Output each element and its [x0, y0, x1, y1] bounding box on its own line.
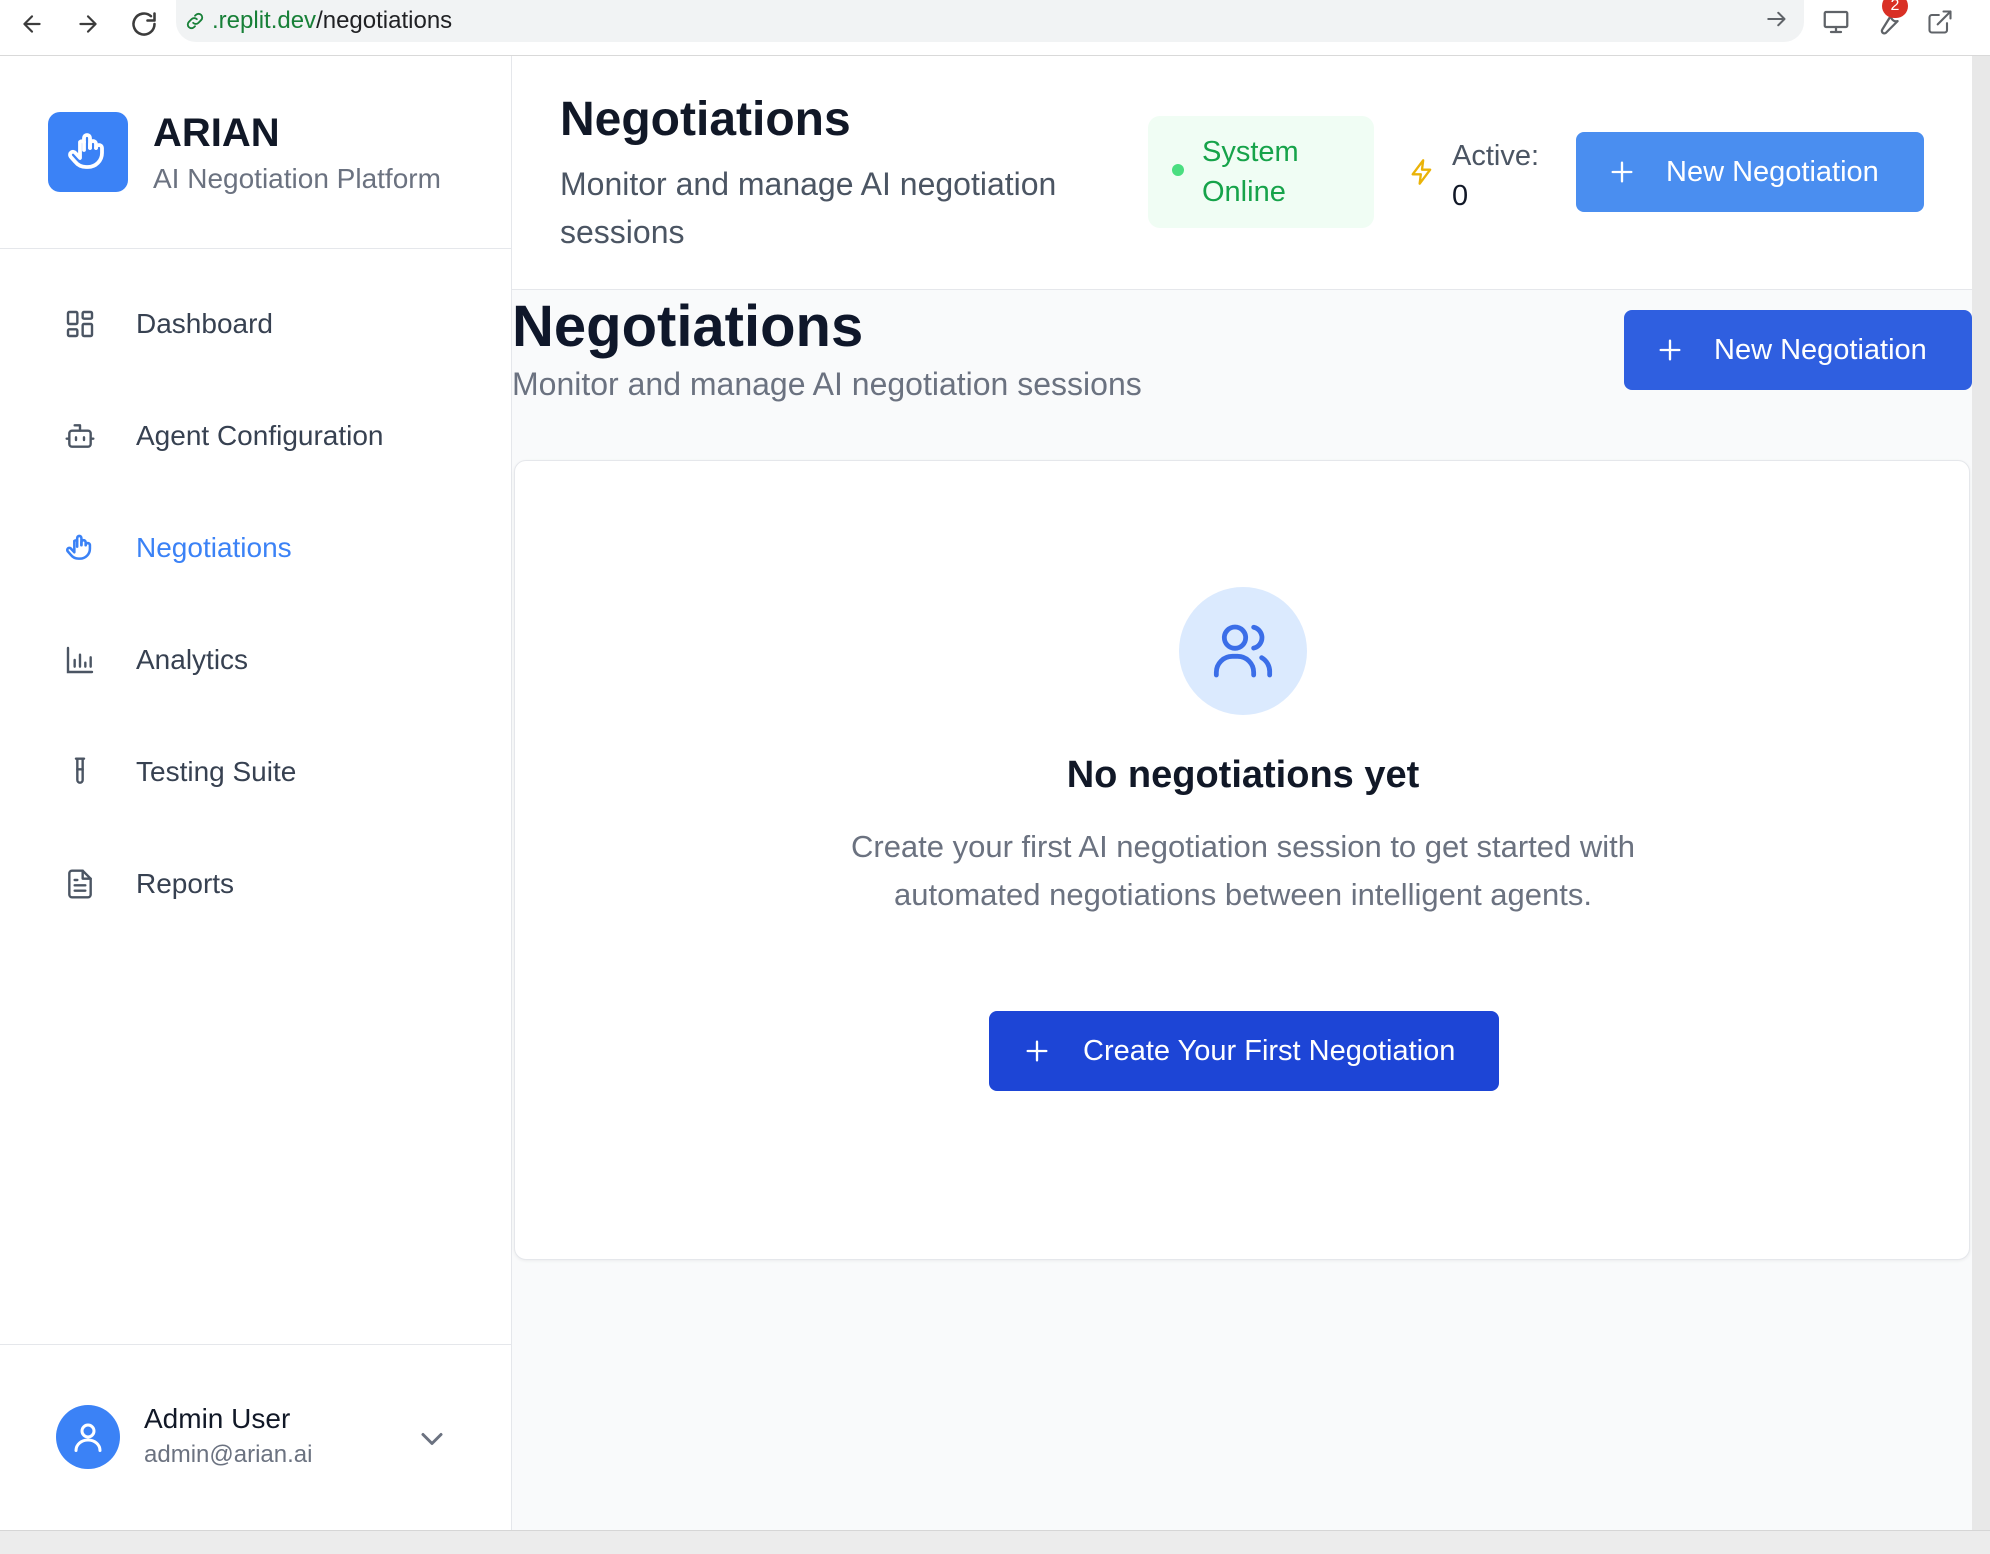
- browser-toolbar: .replit.dev/negotiations 2: [0, 0, 1990, 56]
- plus-icon: [1656, 336, 1684, 364]
- sidebar-item-analytics[interactable]: Analytics: [40, 624, 480, 696]
- sidebar: ARIAN AI Negotiation Platform Dashboard …: [0, 56, 512, 1530]
- plus-icon: [1023, 1037, 1051, 1065]
- hand-icon: [40, 531, 120, 565]
- link-icon: [184, 10, 206, 32]
- page-title: Negotiations: [512, 294, 864, 359]
- test-tube-icon: [40, 756, 120, 788]
- create-first-negotiation-button[interactable]: Create Your First Negotiation: [989, 1011, 1499, 1091]
- users-icon: [1179, 587, 1307, 715]
- back-icon[interactable]: [12, 4, 52, 44]
- sidebar-item-dashboard[interactable]: Dashboard: [40, 288, 480, 360]
- reload-icon[interactable]: [124, 4, 164, 44]
- status-dot: [1172, 164, 1184, 176]
- empty-state-title: No negotiations yet: [1066, 754, 1420, 796]
- plus-icon: [1608, 158, 1636, 186]
- grid-icon: [40, 308, 120, 340]
- user-name: Admin User: [144, 1403, 291, 1434]
- empty-state-description: Create your first AI negotiation session…: [850, 829, 1636, 912]
- window-bottom-edge: [0, 1530, 1990, 1554]
- url-path: /negotiations: [316, 7, 453, 34]
- user-menu[interactable]: Admin User admin@arian.ai: [0, 1344, 512, 1530]
- monitor-icon[interactable]: [1816, 2, 1856, 42]
- forward-icon[interactable]: [68, 4, 108, 44]
- sidebar-item-negotiations[interactable]: Negotiations: [40, 512, 480, 584]
- header-title: Negotiations: [560, 93, 851, 146]
- bar-chart-icon: [40, 644, 120, 676]
- go-arrow-icon[interactable]: [1762, 4, 1792, 34]
- header-new-negotiation-button[interactable]: New Negotiation: [1576, 132, 1924, 212]
- sidebar-item-label: Reports: [136, 868, 235, 899]
- user-email: admin@arian.ai: [144, 1441, 313, 1468]
- new-negotiation-button[interactable]: New Negotiation: [1624, 310, 1972, 390]
- header-subtitle: Monitor and manage AI negotiation sessio…: [560, 166, 1057, 250]
- active-count: 0: [1452, 180, 1469, 212]
- avatar: [56, 1405, 120, 1469]
- status-text: System Online: [1202, 136, 1299, 208]
- empty-state-card: No negotiations yet Create your first AI…: [514, 460, 1970, 1260]
- sidebar-item-label: Agent Configuration: [136, 420, 384, 451]
- sidebar-item-label: Dashboard: [136, 308, 273, 339]
- url-host: .replit.dev: [212, 7, 317, 34]
- status-badge: System Online: [1148, 116, 1374, 228]
- sidebar-item-label: Analytics: [136, 644, 249, 675]
- lightning-icon: [1408, 158, 1436, 186]
- sidebar-item-label: Negotiations: [136, 532, 292, 563]
- active-label: Active:: [1452, 140, 1540, 172]
- sidebar-item-testing-suite[interactable]: Testing Suite: [40, 736, 480, 808]
- button-label: Create Your First Negotiation: [1083, 1034, 1456, 1067]
- brand-tagline: AI Negotiation Platform: [153, 163, 441, 194]
- main-content: Negotiations Monitor and manage AI negot…: [512, 290, 1972, 1530]
- url-text[interactable]: .replit.dev/negotiations: [212, 6, 452, 36]
- button-label: New Negotiation: [1666, 155, 1879, 188]
- file-text-icon: [40, 868, 120, 900]
- brand-header: ARIAN AI Negotiation Platform: [0, 56, 512, 249]
- button-label: New Negotiation: [1714, 333, 1927, 366]
- chevron-down-icon[interactable]: [414, 1421, 450, 1457]
- robot-icon: [40, 420, 120, 452]
- brand-name: ARIAN: [153, 111, 280, 155]
- hand-logo-icon[interactable]: [48, 112, 128, 192]
- top-header: Negotiations Monitor and manage AI negot…: [512, 56, 1972, 290]
- sidebar-item-reports[interactable]: Reports: [40, 848, 480, 920]
- sidebar-item-label: Testing Suite: [136, 756, 297, 787]
- page-subtitle: Monitor and manage AI negotiation sessio…: [512, 366, 1142, 402]
- external-link-icon[interactable]: [1920, 2, 1960, 42]
- sidebar-item-agent-configuration[interactable]: Agent Configuration: [40, 400, 480, 472]
- window-edge: [1972, 56, 1990, 1554]
